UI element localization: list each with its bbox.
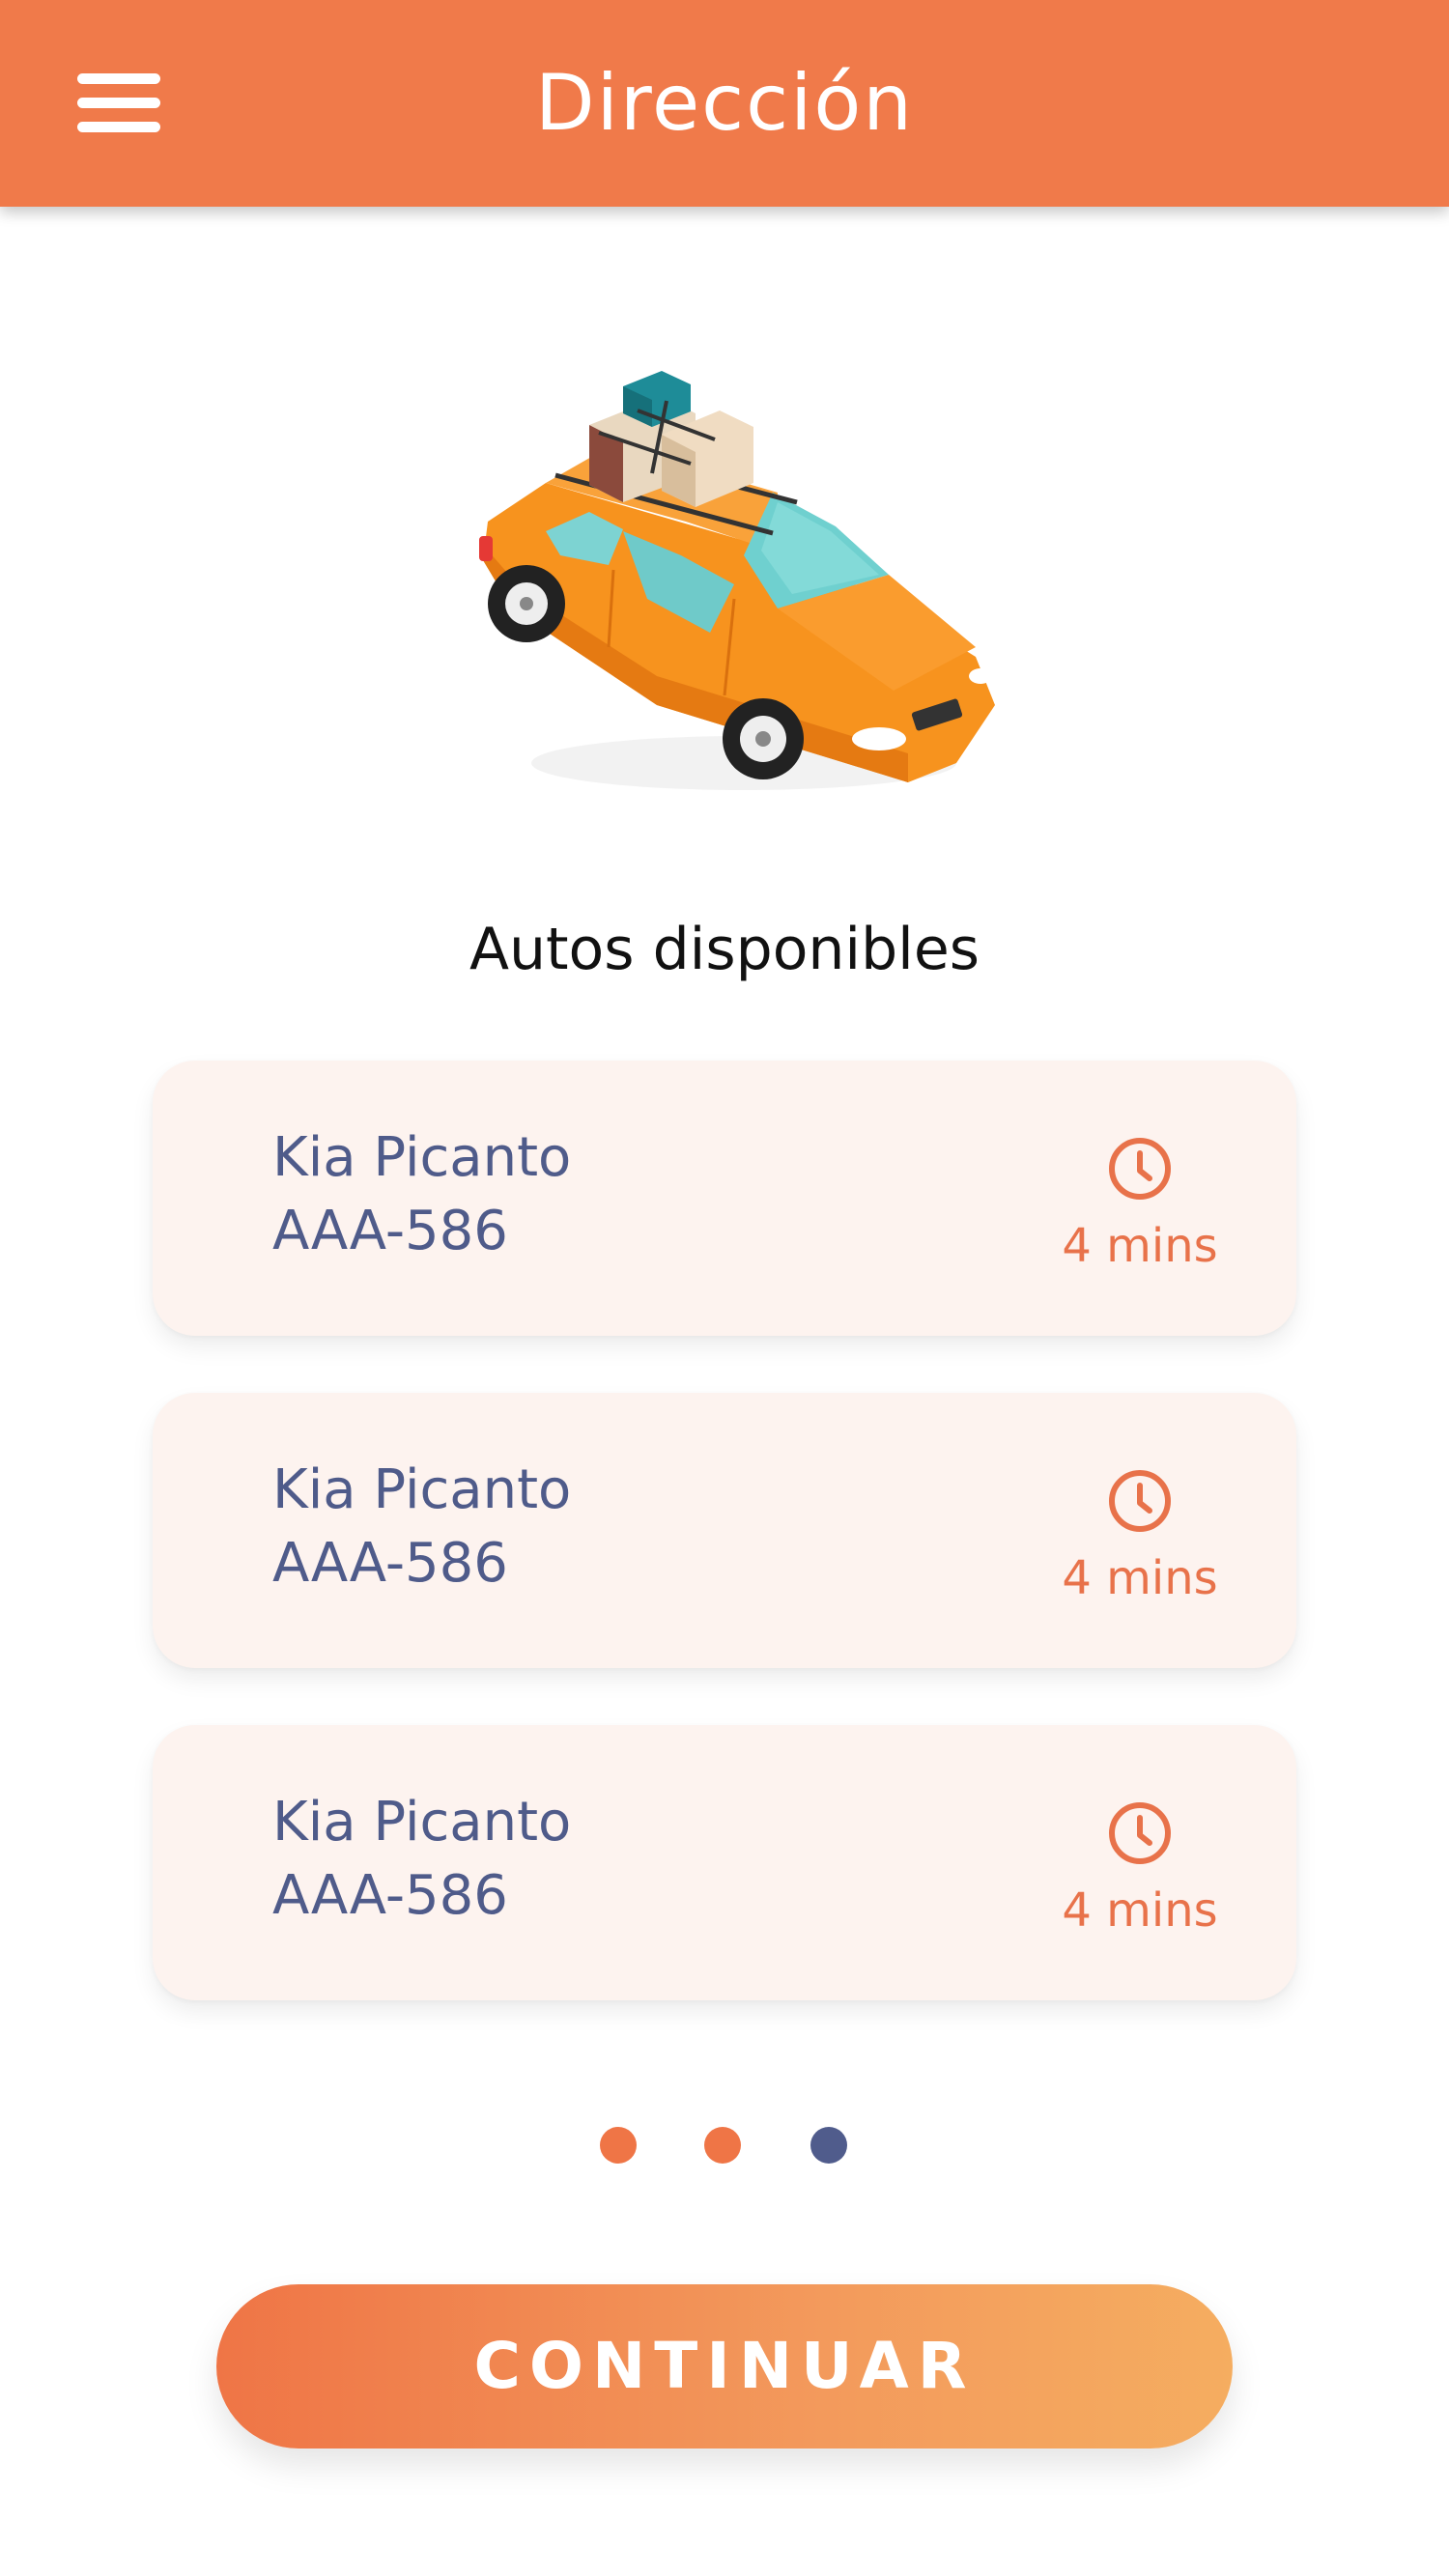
car-model: Kia Picanto	[272, 1791, 572, 1854]
page-dot-3[interactable]	[810, 2127, 847, 2164]
eta-text: 4 mins	[1062, 1551, 1218, 1605]
clock-icon	[1109, 1802, 1171, 1864]
car-model: Kia Picanto	[272, 1126, 572, 1189]
car-model: Kia Picanto	[272, 1458, 572, 1521]
car-card[interactable]: Kia Picanto AAA-586 4 mins	[153, 1393, 1296, 1668]
car-plate: AAA-586	[272, 1532, 508, 1595]
car-plate: AAA-586	[272, 1864, 508, 1927]
page-dot-1[interactable]	[600, 2127, 637, 2164]
car-card[interactable]: Kia Picanto AAA-586 4 mins	[153, 1725, 1296, 2000]
eta-text: 4 mins	[1062, 1219, 1218, 1273]
clock-icon	[1109, 1138, 1171, 1200]
app-bar: Dirección	[0, 0, 1449, 207]
section-heading: Autos disponibles	[469, 916, 980, 983]
eta-text: 4 mins	[1062, 1883, 1218, 1938]
page-title: Dirección	[534, 58, 915, 148]
continue-button[interactable]: CONTINUAR	[216, 2284, 1233, 2449]
car-plate: AAA-586	[272, 1200, 508, 1262]
screen: Dirección Autos disponibles Kia Picanto …	[0, 0, 1449, 2576]
car-card[interactable]: Kia Picanto AAA-586 4 mins	[153, 1061, 1296, 1336]
car-with-luggage-illustration	[454, 357, 1014, 811]
page-dot-2[interactable]	[704, 2127, 741, 2164]
clock-icon	[1109, 1470, 1171, 1532]
